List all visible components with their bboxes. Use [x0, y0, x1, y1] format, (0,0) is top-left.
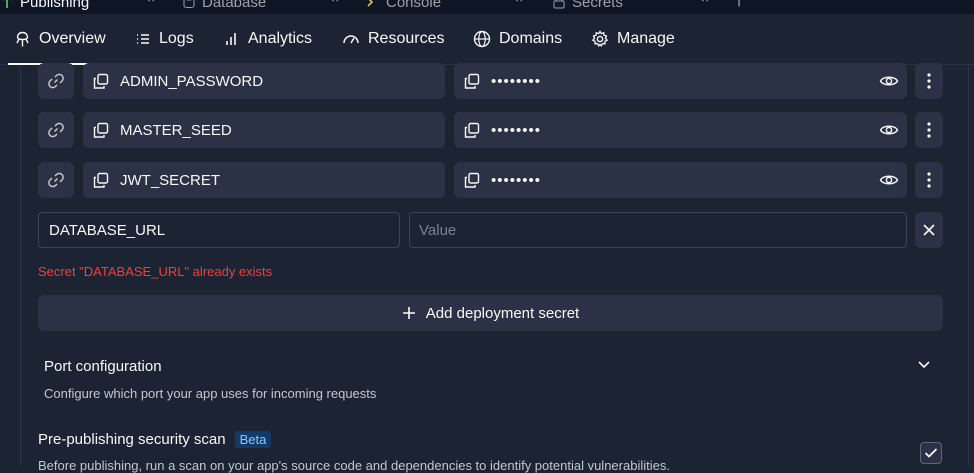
- tab-analytics[interactable]: Analytics: [224, 14, 312, 64]
- secret-error-message: Secret "DATABASE_URL" already exists: [38, 264, 273, 279]
- beta-badge: Beta: [234, 431, 272, 448]
- window-tab-label: Database: [202, 0, 267, 11]
- secret-key[interactable]: ADMIN_PASSWORD: [83, 63, 445, 99]
- tab-resources[interactable]: Resources: [342, 14, 444, 64]
- secret-value-masked: ••••••••: [491, 121, 542, 139]
- secret-key[interactable]: JWT_SECRET: [83, 162, 445, 198]
- eye-icon[interactable]: [879, 121, 899, 139]
- secret-menu-button[interactable]: [915, 162, 943, 198]
- window-tab-console[interactable]: Console: [366, 0, 441, 13]
- port-configuration-title[interactable]: Port configuration: [44, 358, 162, 375]
- window-tab-strip: Publishing × Database × Console × Secret…: [0, 0, 974, 14]
- eye-icon[interactable]: [879, 72, 899, 90]
- tab-label: Logs: [159, 30, 194, 47]
- tab-label: Resources: [368, 30, 445, 47]
- database-icon: [182, 0, 196, 9]
- secrets-icon: [552, 0, 566, 9]
- tab-label: Overview: [39, 30, 106, 47]
- secret-key-label: ADMIN_PASSWORD: [120, 72, 264, 90]
- publishing-icon: [16, 31, 29, 46]
- security-scan-label: Pre-publishing security scan: [38, 431, 226, 448]
- add-tab-icon[interactable]: |: [737, 0, 741, 8]
- plus-icon: [402, 307, 415, 319]
- link-icon: [48, 122, 64, 138]
- chevron-down-icon[interactable]: [916, 356, 932, 372]
- window-tab-database[interactable]: Database: [182, 0, 266, 13]
- link-secret-button[interactable]: [38, 63, 74, 99]
- add-deployment-secret-button[interactable]: Add deployment secret: [38, 295, 943, 331]
- link-icon: [48, 172, 64, 188]
- globe-icon: [473, 30, 491, 48]
- more-vertical-icon: [927, 73, 931, 89]
- window-tab-publishing[interactable]: Publishing: [0, 0, 89, 13]
- nav-bar: Overview Logs Analytics Resources Domain…: [0, 14, 974, 65]
- window-tab-label: Publishing: [20, 0, 90, 11]
- secret-value-masked: ••••••••: [491, 72, 542, 90]
- link-icon: [48, 73, 64, 89]
- close-icon[interactable]: ×: [147, 0, 155, 6]
- secret-value[interactable]: ••••••••: [454, 112, 907, 148]
- link-secret-button[interactable]: [38, 162, 74, 198]
- window-tab-label: Secrets: [572, 0, 623, 11]
- tab-manage[interactable]: Manage: [591, 14, 675, 64]
- secret-key[interactable]: MASTER_SEED: [83, 112, 445, 148]
- more-vertical-icon: [927, 172, 931, 188]
- security-scan-title: Pre-publishing security scan Beta: [38, 431, 272, 448]
- copy-icon: [93, 73, 109, 89]
- copy-icon: [93, 172, 109, 188]
- security-scan-checkbox[interactable]: [920, 442, 942, 464]
- window-tab-secrets[interactable]: Secrets: [552, 0, 623, 13]
- secret-value[interactable]: ••••••••: [454, 162, 907, 198]
- eye-icon[interactable]: [879, 171, 899, 189]
- copy-icon: [464, 73, 480, 89]
- secret-key-label: MASTER_SEED: [120, 121, 232, 139]
- tab-domains[interactable]: Domains: [473, 14, 562, 64]
- more-vertical-icon: [927, 122, 931, 138]
- tab-label: Manage: [617, 30, 675, 47]
- secret-value[interactable]: ••••••••: [454, 63, 907, 99]
- port-configuration-description: Configure which port your app uses for i…: [44, 386, 377, 401]
- link-secret-button[interactable]: [38, 112, 74, 148]
- copy-icon: [93, 122, 109, 138]
- new-secret-value-input[interactable]: [409, 212, 907, 248]
- close-icon[interactable]: ×: [515, 0, 523, 6]
- close-icon[interactable]: ×: [701, 0, 709, 6]
- copy-icon: [464, 172, 480, 188]
- gear-icon: [591, 30, 609, 48]
- close-icon[interactable]: ×: [331, 0, 339, 6]
- secret-value-masked: ••••••••: [491, 171, 542, 189]
- console-icon: [366, 0, 380, 9]
- gauge-icon: [343, 35, 359, 44]
- secret-menu-button[interactable]: [915, 112, 943, 148]
- window-tab-label: Console: [386, 0, 442, 11]
- tab-label: Domains: [499, 30, 563, 47]
- security-scan-description: Before publishing, run a scan on your ap…: [38, 458, 670, 473]
- check-icon: [924, 448, 938, 458]
- publishing-icon: [0, 0, 14, 9]
- tab-overview[interactable]: Overview: [8, 14, 114, 65]
- tab-label: Analytics: [248, 30, 313, 47]
- copy-icon: [464, 122, 480, 138]
- bar-chart-icon: [226, 33, 236, 45]
- new-secret-key-input[interactable]: [38, 212, 400, 248]
- close-icon: [923, 224, 935, 236]
- secret-key-label: JWT_SECRET: [120, 171, 221, 189]
- list-icon: [137, 34, 149, 44]
- secret-menu-button[interactable]: [915, 63, 943, 99]
- add-secret-label: Add deployment secret: [425, 304, 580, 322]
- tab-logs[interactable]: Logs: [135, 14, 194, 64]
- remove-new-secret-button[interactable]: [915, 212, 943, 248]
